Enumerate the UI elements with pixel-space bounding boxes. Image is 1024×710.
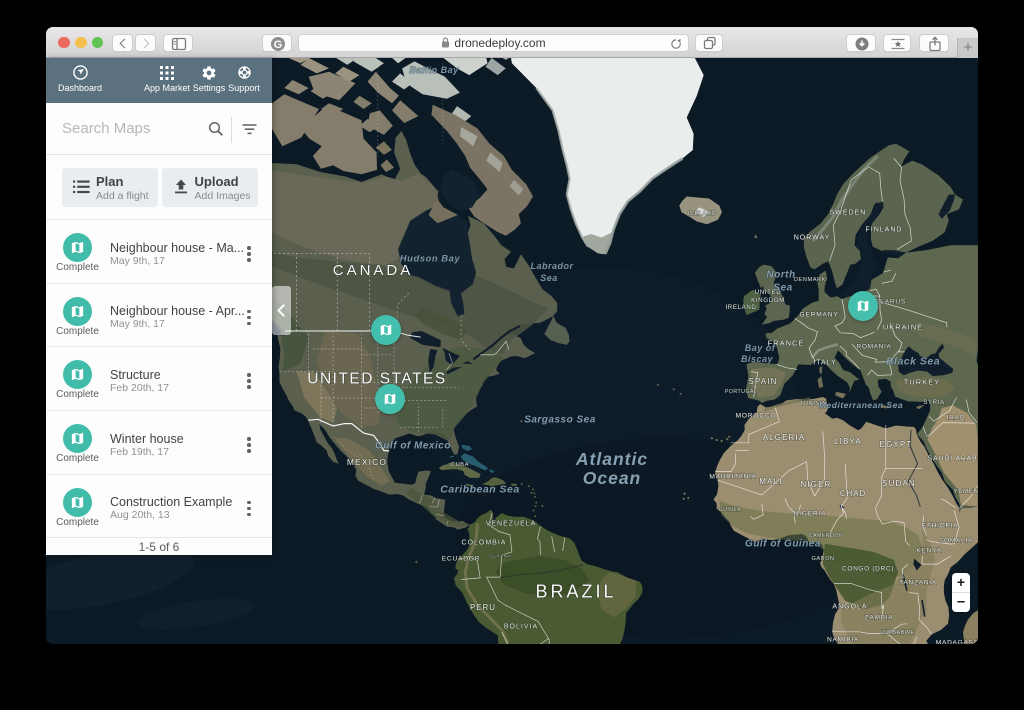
svg-text:ANGOLA: ANGOLA — [832, 604, 867, 611]
svg-text:IRAQ: IRAQ — [947, 414, 966, 421]
svg-text:Mediterranean Sea: Mediterranean Sea — [819, 400, 903, 410]
svg-text:SUDAN: SUDAN — [882, 479, 916, 488]
svg-text:Black Sea: Black Sea — [886, 356, 940, 368]
svg-text:ROMANIA: ROMANIA — [857, 343, 892, 350]
svg-text:TURKEY: TURKEY — [904, 378, 940, 387]
svg-text:BOLIVIA: BOLIVIA — [504, 624, 538, 631]
svg-text:PORTUGAL: PORTUGAL — [725, 389, 757, 395]
svg-text:Gulf of Guinea: Gulf of Guinea — [745, 539, 821, 550]
svg-text:IRELAND: IRELAND — [725, 304, 756, 311]
svg-text:ETHIOPIA: ETHIOPIA — [922, 522, 958, 529]
svg-text:Gulf of Mexico: Gulf of Mexico — [375, 441, 451, 452]
svg-text:SAUDI ARABI: SAUDI ARABI — [928, 455, 978, 462]
svg-text:Hudson Bay: Hudson Bay — [400, 253, 461, 264]
svg-text:NORWAY: NORWAY — [794, 234, 831, 241]
svg-text:COLOMBIA: COLOMBIA — [462, 539, 507, 546]
svg-text:SOMALIA: SOMALIA — [939, 537, 973, 544]
svg-text:NAMIBIA: NAMIBIA — [827, 636, 859, 643]
svg-text:Bay of: Bay of — [745, 343, 776, 353]
svg-text:ITALY: ITALY — [813, 359, 836, 366]
svg-text:ZIMBABWE: ZIMBABWE — [881, 630, 915, 636]
svg-text:MEXICO: MEXICO — [347, 457, 387, 467]
svg-text:PERU: PERU — [470, 603, 496, 612]
svg-text:KINGDOM: KINGDOM — [751, 297, 785, 304]
svg-text:MADAGASCA: MADAGASCA — [936, 639, 978, 644]
svg-text:Atlantic: Atlantic — [575, 449, 648, 469]
svg-text:UKRAINE: UKRAINE — [883, 323, 923, 332]
svg-text:DENMARK: DENMARK — [794, 277, 826, 283]
svg-text:North: North — [766, 270, 795, 281]
svg-text:Sea: Sea — [540, 273, 558, 283]
svg-text:Sargasso Sea: Sargasso Sea — [524, 415, 596, 426]
svg-text:NIGER: NIGER — [801, 480, 832, 489]
svg-text:ALGERIA: ALGERIA — [763, 433, 806, 442]
svg-text:G: G — [274, 39, 283, 51]
svg-text:SYRIA: SYRIA — [923, 399, 945, 406]
svg-text:ICELAND: ICELAND — [688, 211, 716, 217]
svg-text:ECUADOR: ECUADOR — [442, 555, 481, 562]
svg-text:EGYPT: EGYPT — [880, 440, 913, 449]
svg-text:KENYA: KENYA — [916, 547, 941, 554]
svg-text:Ocean: Ocean — [583, 468, 642, 488]
svg-text:GABON: GABON — [811, 556, 834, 562]
svg-text:CHAD: CHAD — [840, 489, 866, 498]
svg-text:Sea: Sea — [773, 283, 792, 294]
svg-text:YEMEN: YEMEN — [953, 488, 978, 495]
svg-text:GERMANY: GERMANY — [800, 311, 839, 318]
svg-text:Labrador: Labrador — [530, 261, 573, 271]
svg-text:SWEDEN: SWEDEN — [830, 209, 867, 216]
svg-text:LIBYA: LIBYA — [834, 437, 862, 446]
svg-text:SPAIN: SPAIN — [748, 377, 777, 386]
svg-text:MALI: MALI — [759, 477, 782, 486]
svg-text:UNITED STATES: UNITED STATES — [307, 370, 447, 387]
svg-text:NIGERIA: NIGERIA — [794, 510, 827, 517]
svg-text:Biscay: Biscay — [741, 354, 774, 364]
svg-text:Baffin Bay: Baffin Bay — [409, 65, 459, 75]
svg-text:FINLAND: FINLAND — [866, 226, 903, 233]
svg-text:MAURITANIA: MAURITANIA — [709, 473, 756, 480]
svg-text:CANADA: CANADA — [333, 262, 414, 279]
svg-text:TANZANIA: TANZANIA — [899, 579, 937, 586]
svg-text:MOROCCO: MOROCCO — [736, 412, 777, 419]
svg-text:Caribbean Sea: Caribbean Sea — [440, 484, 519, 496]
svg-text:GUINEA: GUINEA — [719, 507, 742, 513]
svg-text:BRAZIL: BRAZIL — [535, 581, 616, 601]
svg-text:GUYANA: GUYANA — [489, 554, 511, 560]
svg-text:VENEZUELA: VENEZUELA — [486, 520, 537, 527]
svg-text:ZAMBIA: ZAMBIA — [865, 614, 894, 621]
svg-text:CONGO (DRC): CONGO (DRC) — [842, 565, 894, 572]
svg-text:CUBA: CUBA — [451, 462, 469, 468]
